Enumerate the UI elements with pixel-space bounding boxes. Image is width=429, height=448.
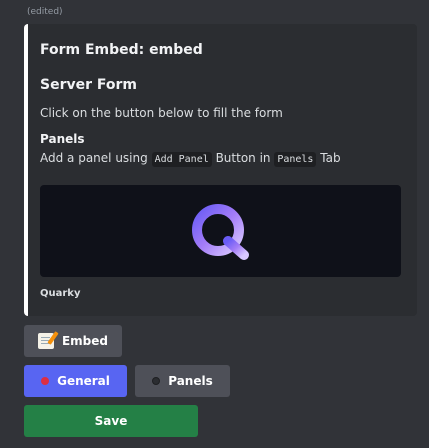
panels-code: Panels xyxy=(274,152,317,167)
embed-title: Form Embed: embed xyxy=(40,42,203,58)
general-button-label: General xyxy=(57,374,110,388)
embed-footer: Quarky xyxy=(40,288,81,299)
panels-button-label: Panels xyxy=(168,374,213,388)
panels-button[interactable]: Panels xyxy=(135,365,230,397)
panels-desc-suffix: Tab xyxy=(316,151,341,165)
save-button[interactable]: Save xyxy=(24,405,198,437)
add-panel-code: Add Panel xyxy=(151,152,212,167)
general-button[interactable]: General xyxy=(24,365,127,397)
black-circle-icon xyxy=(152,377,161,385)
field-description: Click on the button below to fill the fo… xyxy=(40,106,283,120)
panels-desc-prefix: Add a panel using xyxy=(40,151,152,165)
embed-image[interactable] xyxy=(40,185,401,277)
edited-label: (edited) xyxy=(27,7,63,17)
panels-field-description: Add a panel using Add Panel Button in Pa… xyxy=(40,151,341,167)
form-embed: Form Embed: embed Server Form Click on t… xyxy=(24,24,417,316)
embed-button[interactable]: Embed xyxy=(24,325,122,357)
save-button-label: Save xyxy=(94,414,128,428)
embed-button-label: Embed xyxy=(61,334,109,348)
memo-icon xyxy=(37,333,54,349)
panels-desc-middle: Button in xyxy=(211,151,275,165)
red-circle-icon xyxy=(41,377,50,385)
quarky-logo-icon xyxy=(192,204,249,260)
panels-field-title: Panels xyxy=(40,132,85,146)
field-title: Server Form xyxy=(40,77,137,93)
